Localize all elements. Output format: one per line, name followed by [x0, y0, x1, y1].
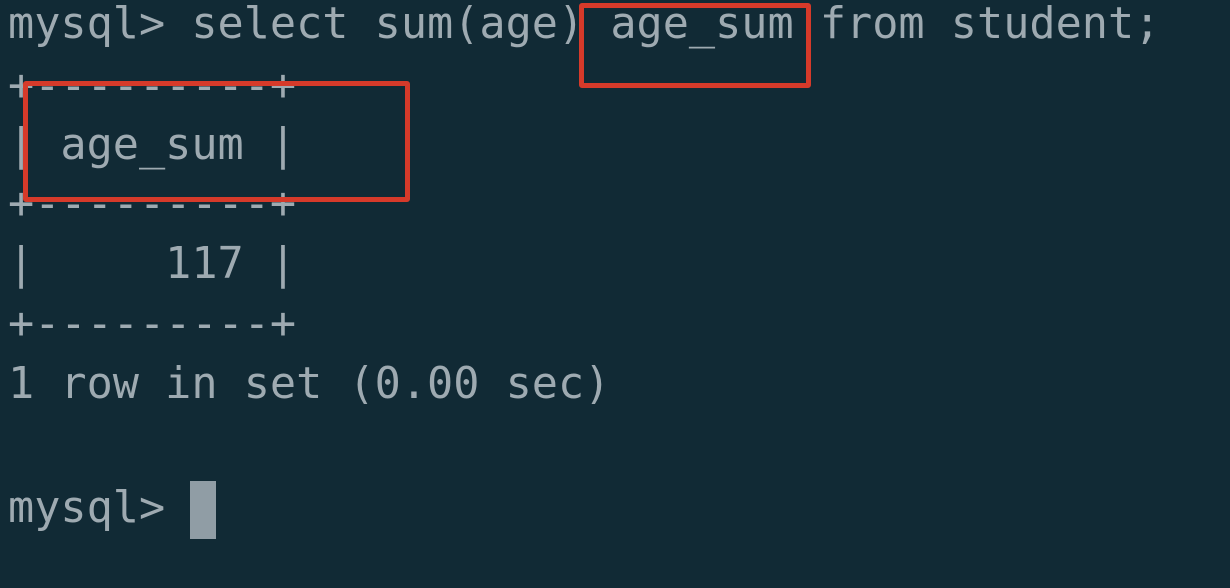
column-header-highlight-box [23, 81, 410, 202]
mysql-prompt: mysql> [8, 483, 192, 533]
result-summary: 1 row in set (0.00 sec) [8, 359, 611, 409]
text-cursor[interactable] [190, 481, 216, 539]
table-border-bottom: +---------+ [8, 299, 297, 349]
terminal-window[interactable]: mysql> select sum(age) age_sum from stud… [0, 0, 1230, 588]
table-value-row: | 117 | [8, 239, 297, 289]
alias-highlight-box [579, 3, 811, 88]
